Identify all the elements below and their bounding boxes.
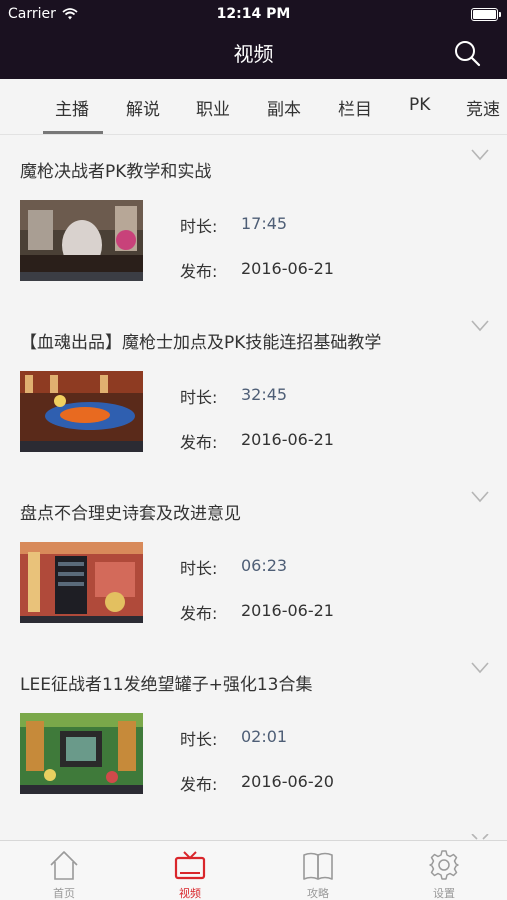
- published-label: 发布:: [180, 262, 218, 281]
- video-duration: 32:45: [241, 385, 288, 404]
- bottom-tab-settings[interactable]: 设置: [404, 841, 484, 900]
- video-title: 【血魂出品】魔枪士加点及PK技能连招基础教学: [20, 333, 382, 353]
- chevron-down-icon[interactable]: [471, 320, 489, 332]
- category-tabs: 主播 解说 职业 副本 栏目 PK 竞速: [0, 79, 507, 135]
- bottom-tab-video[interactable]: 视频: [150, 841, 230, 900]
- bottom-tab-home[interactable]: 首页: [24, 841, 104, 900]
- video-thumbnail[interactable]: [20, 371, 143, 452]
- duration-label: 时长:: [180, 559, 218, 578]
- status-bar: Carrier 12:14 PM: [0, 0, 507, 28]
- video-published-date: 2016-06-20: [241, 772, 334, 791]
- video-thumbnail[interactable]: [20, 200, 143, 281]
- published-label: 发布:: [180, 604, 218, 623]
- video-published-date: 2016-06-21: [241, 430, 334, 449]
- status-time: 12:14 PM: [216, 6, 291, 22]
- tab-jieshuo[interactable]: 解说: [126, 95, 160, 120]
- search-icon[interactable]: [453, 39, 481, 67]
- tab-lanmu[interactable]: 栏目: [338, 95, 372, 120]
- battery-icon: [471, 8, 501, 21]
- tab-fuben[interactable]: 副本: [267, 95, 301, 120]
- tab-zhiye[interactable]: 职业: [196, 95, 230, 120]
- video-title: LEE征战者11发绝望罐子+强化13合集: [20, 675, 313, 695]
- chevron-down-icon[interactable]: [471, 149, 489, 161]
- tab-jingsu[interactable]: 竞速: [466, 95, 500, 120]
- video-duration: 02:01: [241, 727, 288, 746]
- bottom-tab-label: 首页: [53, 887, 75, 900]
- video-title: 魔枪决战者PK教学和实战: [20, 162, 212, 182]
- gear-icon: [429, 850, 459, 880]
- video-published-date: 2016-06-21: [241, 601, 334, 620]
- video-thumbnail[interactable]: [20, 542, 143, 623]
- video-published-date: 2016-06-21: [241, 259, 334, 278]
- bottom-tab-guide[interactable]: 攻略: [278, 841, 358, 900]
- published-label: 发布:: [180, 433, 218, 452]
- video-duration: 06:23: [241, 556, 288, 575]
- tv-icon: [174, 851, 206, 880]
- navigation-header: Carrier 12:14 PM 视频: [0, 0, 507, 79]
- video-duration: 17:45: [241, 214, 288, 233]
- chevron-down-icon[interactable]: [471, 491, 489, 503]
- page-title: 视频: [233, 42, 274, 66]
- bottom-tab-label: 攻略: [307, 887, 329, 900]
- published-label: 发布:: [180, 775, 218, 794]
- video-thumbnail[interactable]: [20, 713, 143, 794]
- duration-label: 时长:: [180, 217, 218, 236]
- bottom-tab-label: 视频: [179, 887, 201, 900]
- tab-pk[interactable]: PK: [409, 95, 430, 115]
- book-icon: [303, 852, 333, 880]
- video-title: 盘点不合理史诗套及改进意见: [20, 504, 241, 524]
- chevron-down-icon[interactable]: [471, 662, 489, 674]
- duration-label: 时长:: [180, 388, 218, 407]
- home-icon: [50, 851, 78, 880]
- active-tab-indicator: [43, 131, 103, 134]
- bottom-tab-bar: 首页 视频 攻略 设置: [0, 840, 507, 900]
- duration-label: 时长:: [180, 730, 218, 749]
- tab-zhubo[interactable]: 主播: [55, 95, 89, 120]
- bottom-tab-label: 设置: [433, 887, 455, 900]
